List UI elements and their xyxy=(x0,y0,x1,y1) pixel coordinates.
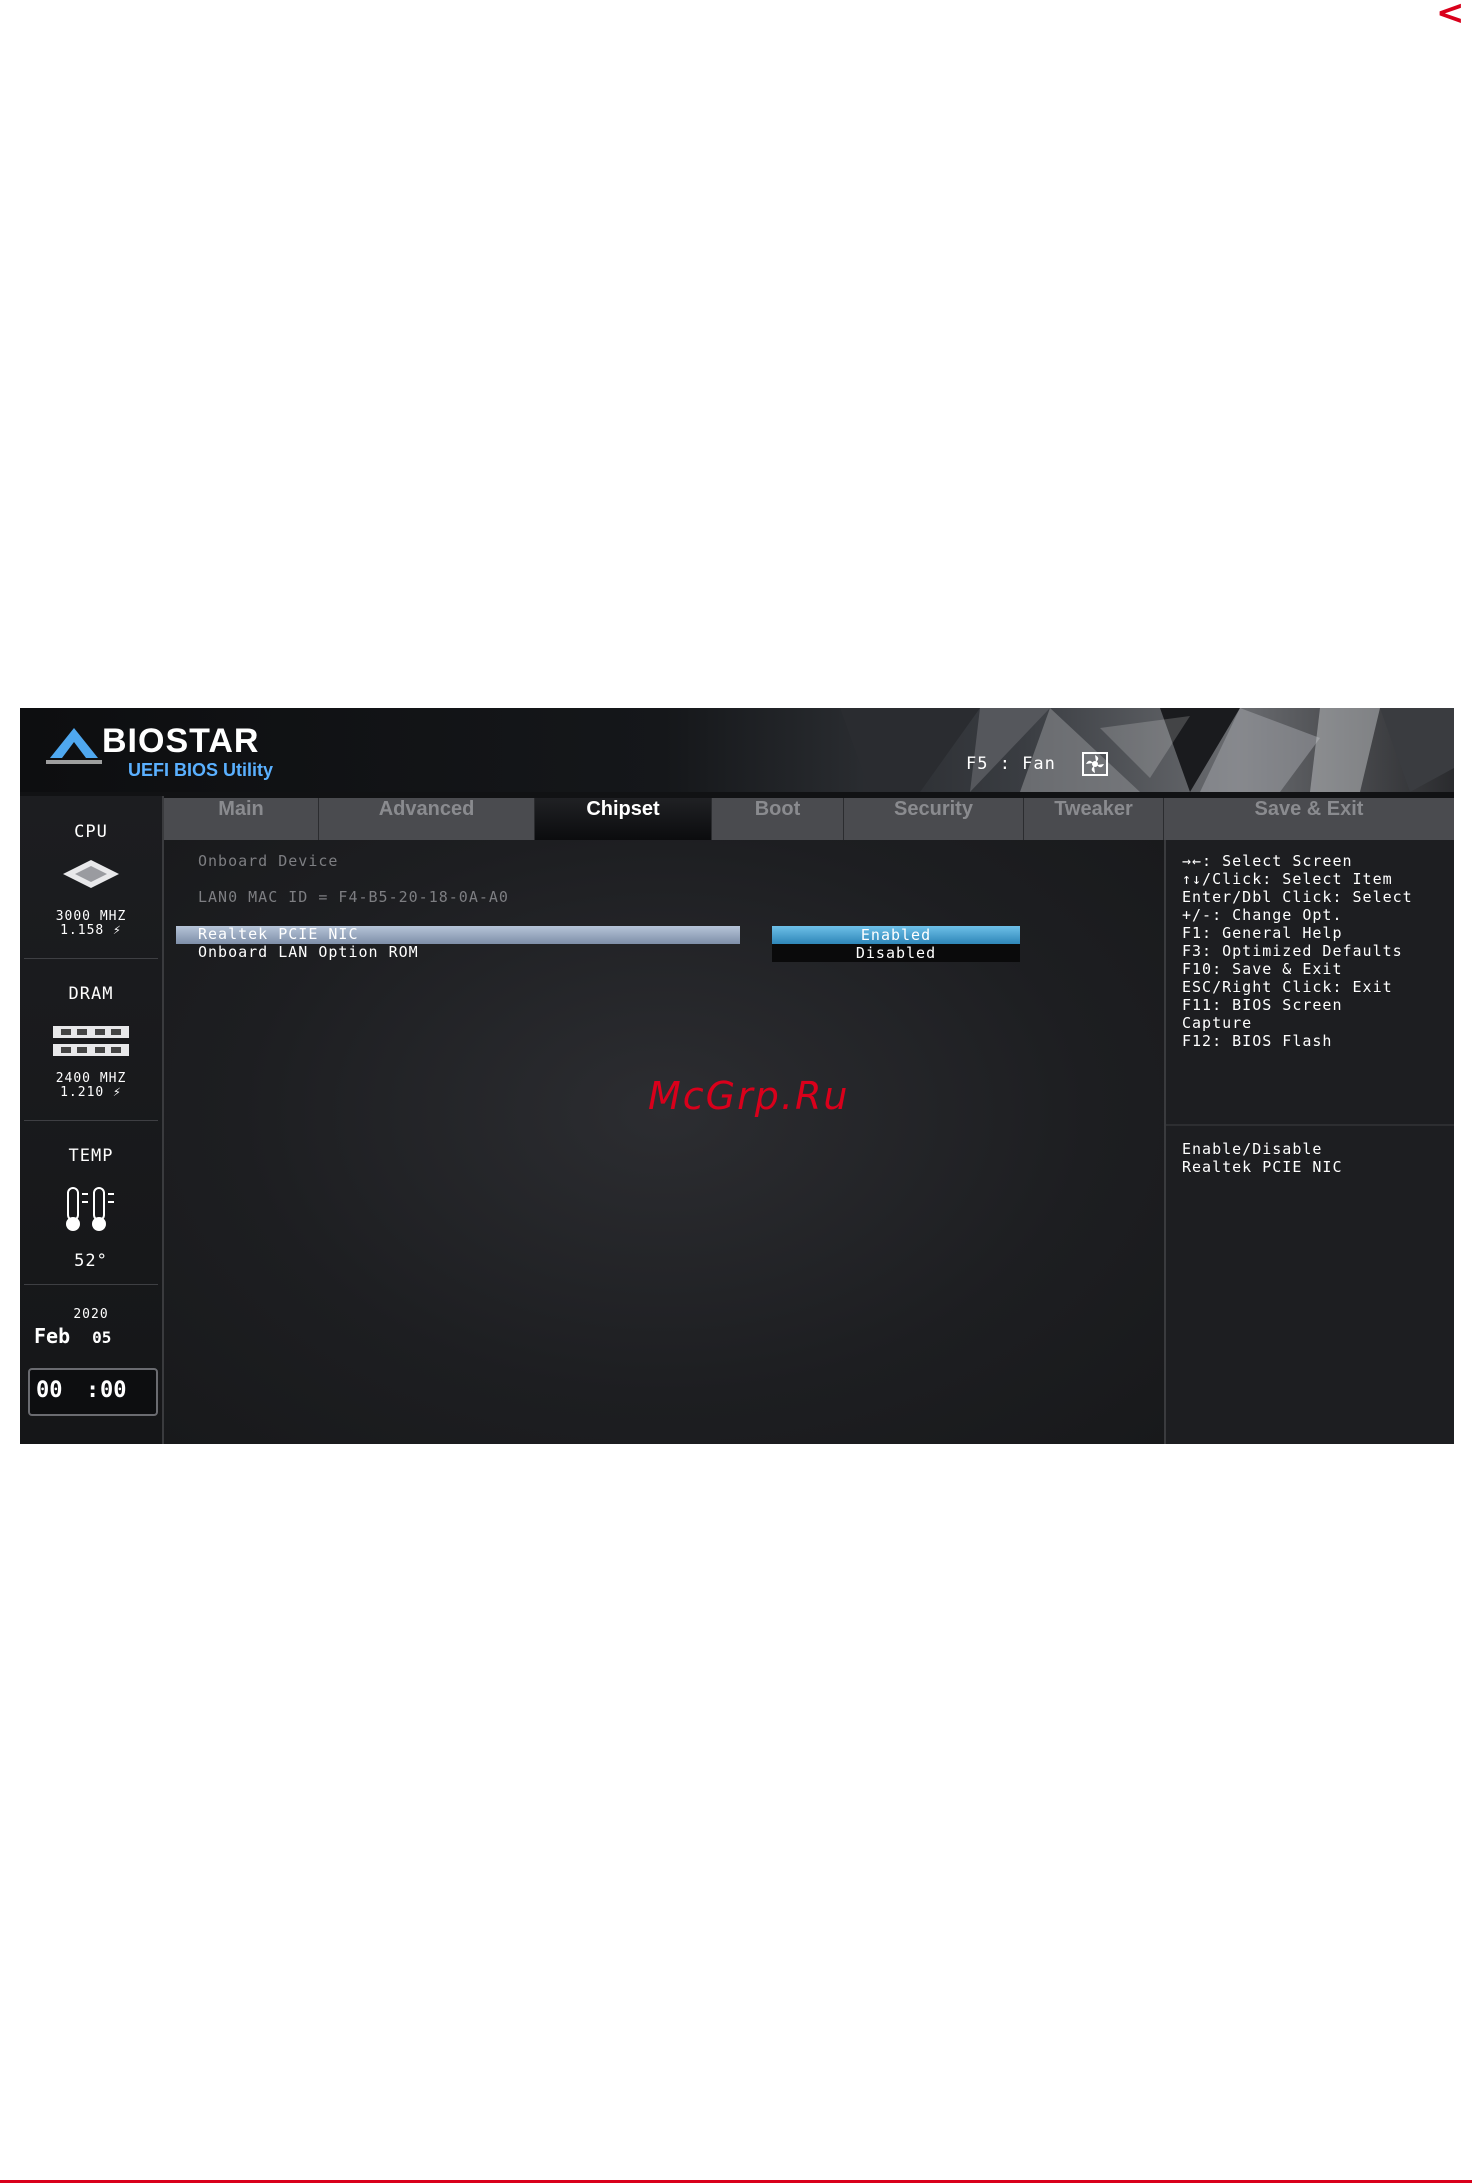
thermometer-icon xyxy=(66,1187,114,1231)
dram-label: DRAM xyxy=(68,984,114,1004)
section-title: Onboard Device xyxy=(198,852,339,870)
temperature-value: 52° xyxy=(74,1251,108,1271)
clock-minutes: 00 xyxy=(100,1378,127,1403)
help-key-line: ↑↓/Click: Select Item xyxy=(1182,870,1393,888)
tab-tweaker[interactable]: Tweaker xyxy=(1024,798,1164,840)
watermark-text: McGrp.Ru xyxy=(648,1074,850,1118)
option-disabled[interactable]: Disabled xyxy=(772,944,1020,962)
decorative-shards xyxy=(840,708,1454,792)
bottom-rule xyxy=(0,2180,1472,2183)
help-key-line: →←: Select Screen xyxy=(1182,852,1353,870)
item-description: Enable/Disable xyxy=(1182,1140,1323,1158)
tab-main[interactable]: Main xyxy=(164,798,319,840)
setting-realtek-pcie-nic[interactable]: Realtek PCIE NIC xyxy=(198,925,359,943)
date-month: Feb xyxy=(34,1324,71,1348)
help-key-line: F10: Save & Exit xyxy=(1182,960,1343,978)
clock-display: 00 : 00 xyxy=(28,1368,158,1416)
fan-icon[interactable] xyxy=(1082,752,1108,776)
dram-frequency: 2400 MHZ xyxy=(55,1071,127,1086)
tab-boot[interactable]: Boot xyxy=(712,798,844,840)
help-key-line: F11: BIOS Screen xyxy=(1182,996,1343,1014)
tab-save-exit[interactable]: Save & Exit xyxy=(1164,798,1454,840)
date-month-day: Feb 05 xyxy=(34,1324,154,1348)
help-key-line: F12: BIOS Flash xyxy=(1182,1032,1333,1050)
brand-subtitle: UEFI BIOS Utility xyxy=(128,760,274,780)
menu-tab-bar: Main Advanced Chipset Boot Security Twea… xyxy=(164,798,1454,840)
help-key-line: F3: Optimized Defaults xyxy=(1182,942,1403,960)
banner: BIOSTAR UEFI BIOS Utility F5 : Fan xyxy=(20,708,1454,792)
system-status-sidebar: CPU 3000 MHZ 1.158 ⚡ DRAM 2400 MHZ 1.210… xyxy=(20,796,164,1444)
memory-module-icon xyxy=(53,1026,129,1056)
sidebar-divider xyxy=(24,958,158,959)
cpu-label: CPU xyxy=(74,822,108,842)
help-key-line: ESC/Right Click: Exit xyxy=(1182,978,1393,996)
option-enabled[interactable]: Enabled xyxy=(772,926,1020,944)
help-key-line: Capture xyxy=(1182,1014,1253,1032)
help-key-line: Enter/Dbl Click: Select xyxy=(1182,888,1413,906)
help-key-line: F1: General Help xyxy=(1182,924,1343,942)
tab-chipset[interactable]: Chipset xyxy=(535,798,712,840)
mac-address-info: LAN0 MAC ID = F4-B5-20-18-0A-A0 xyxy=(198,888,509,906)
date-day: 05 xyxy=(92,1328,112,1347)
setting-onboard-lan-option-rom[interactable]: Onboard LAN Option ROM xyxy=(198,943,419,961)
item-description: Realtek PCIE NIC xyxy=(1182,1158,1343,1176)
date-year: 2020 xyxy=(73,1307,109,1322)
tab-advanced[interactable]: Advanced xyxy=(319,798,535,840)
help-key-line: +/-: Change Opt. xyxy=(1182,906,1343,924)
help-panel: →←: Select Screen ↑↓/Click: Select Item … xyxy=(1164,840,1454,1444)
brand-name: BIOSTAR xyxy=(102,722,260,760)
sidebar-divider xyxy=(24,1120,158,1121)
sidebar-divider xyxy=(24,1284,158,1285)
dram-voltage: 1.210 ⚡ xyxy=(60,1085,122,1100)
cpu-voltage: 1.158 ⚡ xyxy=(60,923,122,938)
fan-hotkey-hint[interactable]: F5 : Fan xyxy=(966,754,1056,774)
clock-hours: 00 xyxy=(36,1378,63,1403)
tab-security[interactable]: Security xyxy=(844,798,1024,840)
biostar-logo: BIOSTAR UEFI BIOS Utility xyxy=(46,722,316,782)
logo-mark-icon xyxy=(46,728,102,764)
back-arrow-icon[interactable]: < xyxy=(1436,0,1466,30)
help-divider xyxy=(1166,1124,1454,1126)
temp-label: TEMP xyxy=(68,1146,114,1166)
cpu-frequency: 3000 MHZ xyxy=(55,909,127,924)
settings-panel: Onboard Device LAN0 MAC ID = F4-B5-20-18… xyxy=(164,840,1164,1444)
cpu-chip-icon xyxy=(63,860,119,888)
